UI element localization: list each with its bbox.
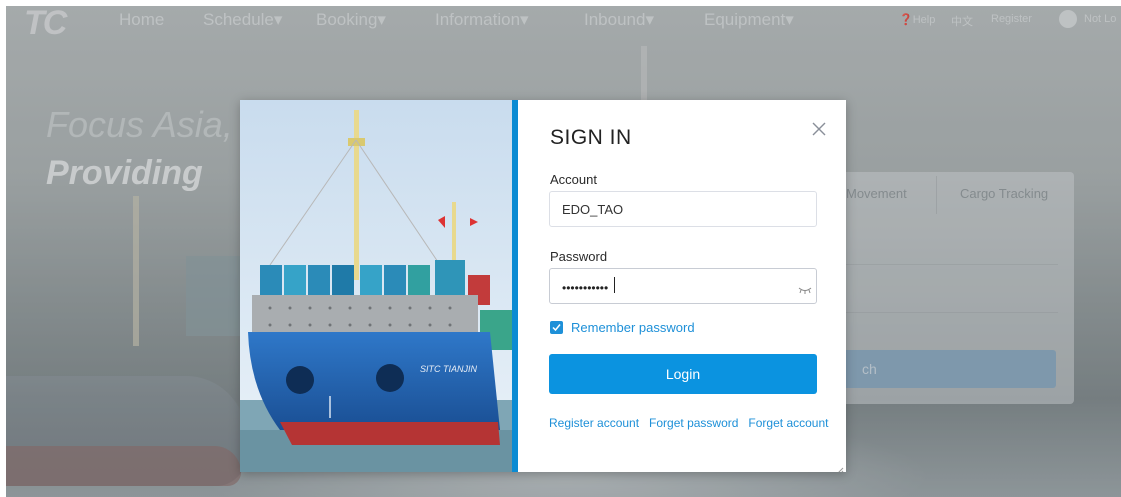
account-label: Account xyxy=(550,172,597,187)
remember-password-label[interactable]: Remember password xyxy=(571,320,695,335)
register-account-link[interactable]: Register account xyxy=(549,416,639,430)
password-label: Password xyxy=(550,249,608,264)
close-icon[interactable] xyxy=(808,118,830,140)
ship-name-text: SITC TIANJIN xyxy=(420,364,478,374)
container-ship-image: SITC TIANJIN xyxy=(240,100,512,472)
dialog-title: SIGN IN xyxy=(550,126,632,149)
text-cursor xyxy=(614,277,615,293)
forget-password-link[interactable]: Forget password xyxy=(649,416,738,430)
forget-account-link[interactable]: Forget account xyxy=(748,416,828,430)
account-input[interactable] xyxy=(549,191,817,227)
sign-in-dialog: SITC TIANJIN SIGN IN Account Password ••… xyxy=(240,100,846,472)
resize-handle-icon[interactable] xyxy=(836,462,844,472)
remember-password-checkbox[interactable]: Remember password xyxy=(550,320,695,335)
password-masked-value: ••••••••••• xyxy=(562,281,609,295)
login-button[interactable]: Login xyxy=(549,354,817,394)
sign-in-form: SIGN IN Account Password ••••••••••• xyxy=(518,100,846,472)
checkbox-checked-icon[interactable] xyxy=(550,321,563,334)
eye-closed-icon[interactable] xyxy=(798,282,812,300)
account-links: Register account Forget password Forget … xyxy=(549,416,828,430)
